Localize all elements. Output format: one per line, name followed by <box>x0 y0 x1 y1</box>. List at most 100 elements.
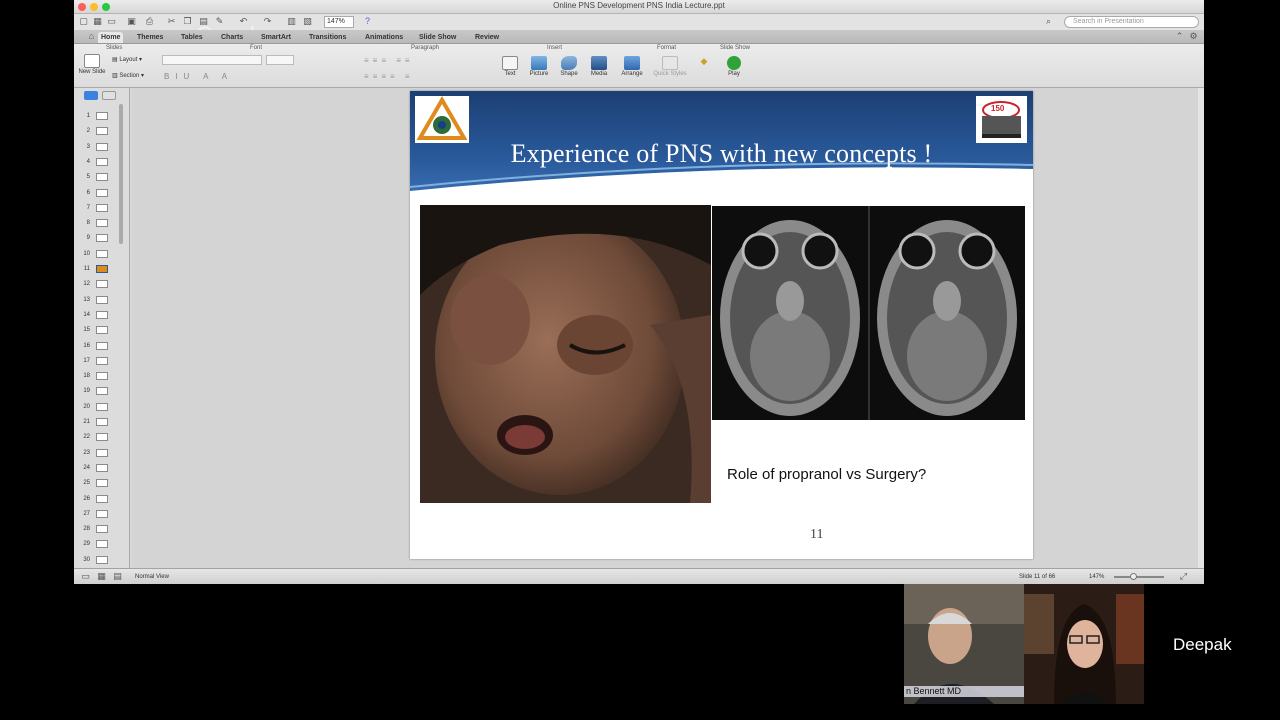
save-icon[interactable]: ▣ <box>126 16 137 27</box>
media-label: Media <box>590 71 608 77</box>
slide-thumbnail[interactable]: 13 <box>74 295 124 311</box>
notes-view-icon[interactable]: ▤ <box>112 571 123 582</box>
slide-thumbnail[interactable]: 26 <box>74 494 124 510</box>
slide-thumbnail[interactable]: 27 <box>74 509 124 525</box>
tab-tables[interactable]: Tables <box>178 32 206 43</box>
insert-text-button[interactable]: Text <box>498 56 522 77</box>
slide-number: 11 <box>810 527 824 542</box>
font-size-field[interactable] <box>266 55 294 65</box>
slide-thumbnail[interactable]: 17 <box>74 356 124 372</box>
mri-scan-right <box>877 220 1017 416</box>
slide-thumbnail-image <box>96 356 108 365</box>
slide-thumbnail[interactable]: 24 <box>74 463 124 479</box>
home-icon[interactable]: ⌂ <box>86 31 97 42</box>
slide-thumbnail-image <box>96 479 108 488</box>
open-icon[interactable]: ▭ <box>106 16 117 27</box>
thumbnail-scrollbar[interactable] <box>119 104 123 244</box>
insert-shape-button[interactable]: Shape <box>556 56 582 77</box>
slide[interactable]: 150 Experience of PNS with new concepts … <box>410 91 1033 559</box>
participant-name: Deepak <box>1173 635 1232 654</box>
normal-view-icon[interactable]: ▭ <box>80 571 91 582</box>
slide-thumbnail[interactable]: 12 <box>74 280 124 295</box>
search-input[interactable]: Search in Presentation <box>1064 16 1199 28</box>
slide-thumbnail[interactable]: 5 <box>74 173 124 188</box>
templates-icon[interactable]: ▦ <box>92 16 103 27</box>
zoom-slider[interactable] <box>1114 576 1164 578</box>
slide-thumbnail[interactable]: 21 <box>74 418 124 433</box>
slide-thumbnail[interactable]: 3 <box>74 142 124 158</box>
gallery-icon[interactable]: ▧ <box>302 16 313 27</box>
slide-thumbnail[interactable]: 9 <box>74 234 124 249</box>
tab-themes[interactable]: Themes <box>134 32 166 43</box>
copy-icon[interactable]: ❐ <box>182 16 193 27</box>
fit-to-window-icon[interactable]: ⤢ <box>1178 571 1189 582</box>
slide-thumbnail[interactable]: 16 <box>74 341 124 357</box>
alignment-buttons[interactable]: ≡≡≡≡ ≡ <box>364 72 414 81</box>
slide-thumbnail[interactable]: 29 <box>74 540 124 555</box>
collapse-ribbon-icon[interactable]: ⌃ <box>1174 31 1185 42</box>
slide-thumbnail[interactable]: 19 <box>74 387 124 402</box>
font-name-field[interactable] <box>162 55 262 65</box>
slide-thumbnail-image <box>96 173 108 182</box>
play-button[interactable]: Play <box>722 56 746 77</box>
paragraph-format-buttons[interactable]: ≡≡≡ ≡≡ <box>364 56 414 65</box>
search-icon[interactable]: ⌕ <box>1046 16 1051 27</box>
slide-thumbnail[interactable]: 8 <box>74 219 124 234</box>
slide-thumbnail[interactable]: 20 <box>74 402 124 418</box>
slide-thumbnail[interactable]: 10 <box>74 249 124 265</box>
outline-view-toggle[interactable] <box>102 91 116 100</box>
slide-thumbnail[interactable]: 14 <box>74 310 124 326</box>
slide-thumbnail[interactable]: 18 <box>74 372 124 387</box>
slide-thumbnail[interactable]: 4 <box>74 157 124 173</box>
zoom-field[interactable]: 147% <box>324 16 354 28</box>
slide-sorter-icon[interactable]: ▦ <box>96 571 107 582</box>
slide-thumbnail-panel: 1 2 3 4 5 6 7 8 9 10 11 12 13 14 15 16 17 18 19 20 21 22 23 24 2… <box>74 88 130 568</box>
arrange-icon <box>624 56 640 70</box>
slide-thumbnail[interactable]: 7 <box>74 203 124 219</box>
new-icon[interactable]: ▢ <box>78 16 89 27</box>
mri-scan-left <box>720 220 860 416</box>
slide-thumbnail[interactable]: 2 <box>74 127 124 142</box>
tab-animations[interactable]: Animations <box>362 32 406 43</box>
show-hide-icon[interactable]: ▥ <box>286 16 297 27</box>
slide-thumbnail[interactable]: 23 <box>74 448 124 464</box>
help-icon[interactable]: ? <box>362 16 373 27</box>
slide-thumbnail[interactable]: 1 <box>74 112 124 127</box>
slide-thumbnail[interactable]: 28 <box>74 525 124 540</box>
tab-home[interactable]: Home <box>98 32 124 43</box>
ribbon-settings-icon[interactable]: ⚙ <box>1188 31 1199 42</box>
cut-icon[interactable]: ✂ <box>166 16 177 27</box>
print-icon[interactable]: ⎙ <box>144 16 155 27</box>
new-slide-button[interactable]: New Slide <box>77 54 107 75</box>
slide-thumbnail-number: 18 <box>83 373 90 380</box>
slide-thumbnail[interactable]: 6 <box>74 188 124 204</box>
status-bar: ▭ ▦ ▤ Normal View Slide 11 of 66 147% ⤢ <box>74 568 1204 584</box>
insert-media-button[interactable]: Media <box>586 56 612 77</box>
tab-transitions[interactable]: Transitions <box>306 32 349 43</box>
tab-charts[interactable]: Charts <box>218 32 246 43</box>
tab-slide-show[interactable]: Slide Show <box>416 32 459 43</box>
slide-thumbnail-number: 28 <box>83 526 90 533</box>
zoom-slider-knob[interactable] <box>1130 573 1137 580</box>
slide-thumbnail-number: 1 <box>86 113 90 119</box>
slide-thumbnail-number: 17 <box>83 357 90 364</box>
tab-review[interactable]: Review <box>472 32 502 43</box>
quick-styles-button[interactable]: Quick Styles <box>652 56 688 77</box>
slide-thumbnail[interactable]: 25 <box>74 479 124 494</box>
fill-color-icon[interactable]: ◆ <box>696 56 712 67</box>
arrange-label: Arrange <box>621 71 643 77</box>
font-format-buttons[interactable]: BIU A A <box>164 72 233 81</box>
quick-styles-label: Quick Styles <box>653 71 687 77</box>
canvas-scrollbar[interactable] <box>1198 88 1204 568</box>
slide-thumbnail[interactable]: 22 <box>74 433 124 448</box>
slide-thumbnail-number: 9 <box>86 235 90 242</box>
slide-thumbnail[interactable]: 15 <box>74 326 124 341</box>
arrange-button[interactable]: Arrange <box>618 56 646 77</box>
layout-button[interactable]: ▤ Layout ▾ <box>112 56 142 63</box>
insert-picture-button[interactable]: Picture <box>526 56 552 77</box>
slide-thumbnail-image <box>96 127 108 136</box>
tab-smartart[interactable]: SmartArt <box>258 32 294 43</box>
section-button[interactable]: ▥ Section ▾ <box>112 72 144 79</box>
thumbnail-view-toggle[interactable] <box>84 91 98 100</box>
slide-thumbnail[interactable]: 11 <box>74 265 124 280</box>
